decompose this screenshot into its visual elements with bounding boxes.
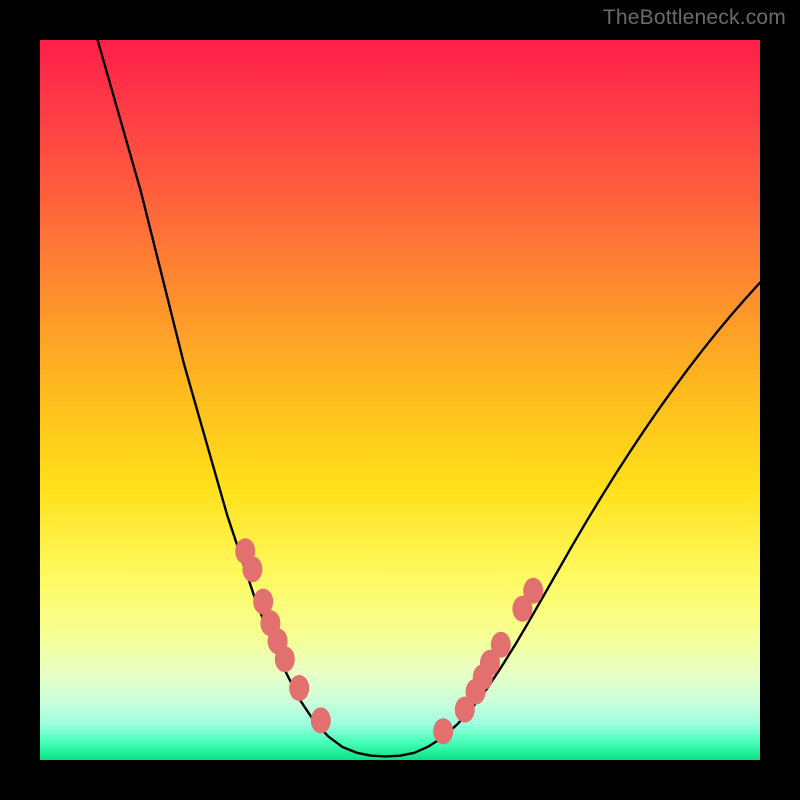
data-point-marker bbox=[275, 646, 295, 672]
data-point-marker bbox=[433, 718, 453, 744]
chart-svg bbox=[40, 40, 760, 760]
data-point-marker bbox=[289, 675, 309, 701]
data-markers-right bbox=[433, 578, 543, 744]
data-point-marker bbox=[523, 578, 543, 604]
data-point-marker bbox=[491, 632, 511, 658]
bottleneck-curve bbox=[98, 40, 760, 756]
data-point-marker bbox=[242, 556, 262, 582]
data-point-marker bbox=[311, 707, 331, 733]
watermark-text: TheBottleneck.com bbox=[603, 6, 786, 30]
chart-plot-area bbox=[40, 40, 760, 760]
data-markers-left bbox=[235, 538, 331, 733]
